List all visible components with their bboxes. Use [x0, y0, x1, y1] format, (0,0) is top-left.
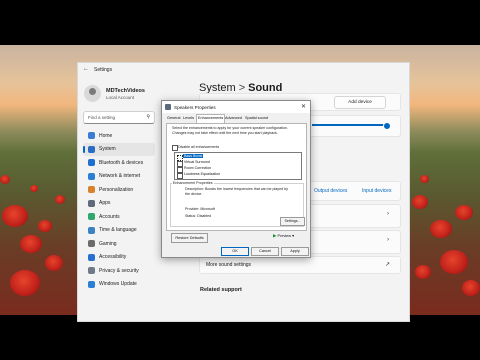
preview-label: Preview: [277, 234, 292, 238]
sidebar-item-label: Home: [99, 132, 113, 139]
properties-heading: Enhancement Properties: [172, 181, 214, 186]
cancel-button[interactable]: Cancel: [251, 247, 279, 256]
account-type: Local Account: [106, 95, 135, 100]
instructions-text: Select the enhancements to apply for you…: [172, 126, 288, 135]
sidebar-item-network-internet[interactable]: Network & internet: [83, 170, 155, 184]
monitor-icon: [88, 145, 95, 153]
settings-titlebar: ← Settings: [78, 63, 409, 79]
enhancements-list[interactable]: Bass Boost Virtual Surround Room Correct…: [174, 152, 302, 180]
letterbox-top: [0, 0, 480, 45]
wifi-icon: [88, 172, 95, 180]
status-text: Status: Disabled: [185, 214, 212, 218]
list-item-label: Room Correction: [184, 166, 212, 171]
more-sound-settings-link[interactable]: More sound settings: [206, 262, 251, 268]
sidebar-item-label: Time & language: [99, 227, 137, 233]
brush-icon: [88, 186, 95, 193]
sidebar-item-accessibility[interactable]: Accessibility: [83, 251, 155, 265]
window-title: Settings: [94, 67, 113, 73]
list-item-label: Virtual Surround: [184, 160, 210, 165]
dropdown-icon[interactable]: ▾: [292, 234, 294, 238]
back-arrow-icon[interactable]: ←: [83, 66, 89, 72]
add-device-button[interactable]: Add device: [334, 96, 386, 109]
sidebar-item-time-language[interactable]: Time & language: [83, 224, 155, 238]
restore-defaults-button[interactable]: Restore Defaults: [171, 233, 208, 243]
sidebar-item-personalization[interactable]: Personalization: [83, 183, 155, 197]
provider-text: Provider: Microsoft: [185, 207, 215, 211]
home-icon: [88, 132, 95, 139]
sidebar-item-label: Apps: [99, 200, 111, 206]
description-text: Description: Boosts the lowest frequenci…: [185, 187, 288, 196]
list-item-label: Bass Boost: [183, 154, 204, 159]
list-item-label: Loudness Equalization: [184, 172, 221, 177]
related-support-heading: Related support: [200, 287, 242, 293]
speaker-icon: [165, 104, 171, 110]
tab-general[interactable]: General: [166, 115, 182, 122]
sidebar-item-label: Personalization: [99, 186, 134, 193]
sidebar-item-apps[interactable]: Apps: [83, 197, 155, 211]
shield-icon: [88, 267, 95, 274]
close-icon[interactable]: ✕: [301, 103, 306, 110]
sidebar-item-label: Bluetooth & devices: [99, 159, 144, 166]
chevron-right-icon: ›: [387, 211, 389, 217]
sidebar-item-label: Accounts: [99, 213, 120, 220]
gamepad-icon: [88, 240, 95, 247]
enhancement-settings-button[interactable]: Settings...: [280, 217, 305, 226]
sidebar-nav: Home System Bluetooth & devices Network & i…: [83, 129, 155, 291]
preview-button[interactable]: ▶ Preview ▾: [273, 233, 294, 239]
sidebar-item-system[interactable]: System: [83, 142, 155, 156]
tab-spatial-sound[interactable]: Spatial sound: [244, 115, 269, 122]
sidebar-item-label: Gaming: [99, 240, 117, 247]
disable-all-label: Disable all enhancements: [178, 144, 220, 149]
user-name: MDTechVideos: [106, 88, 145, 94]
sidebar-item-label: Network & internet: [99, 173, 141, 179]
tab-levels[interactable]: Levels: [182, 115, 195, 122]
sidebar-item-label: System: [99, 146, 116, 152]
search-input[interactable]: Find a setting ⚲: [83, 111, 155, 124]
speakers-properties-dialog: Speakers Properties ✕ General Levels Enh…: [161, 100, 311, 258]
dialog-titlebar: Speakers Properties ✕: [162, 101, 310, 113]
clock-icon: [88, 226, 95, 234]
search-icon: ⚲: [146, 114, 150, 120]
bluetooth-icon: [88, 159, 95, 166]
chevron-right-icon: ›: [387, 237, 389, 243]
dialog-title: Speakers Properties: [174, 104, 216, 110]
sidebar-item-bluetooth-devices[interactable]: Bluetooth & devices: [83, 156, 155, 170]
sidebar-item-windows-update[interactable]: Windows Update: [83, 278, 155, 292]
enhancements-panel: Select the enhancements to apply for you…: [166, 123, 307, 231]
sidebar-item-label: Privacy & security: [99, 267, 139, 274]
sidebar-item-privacy-security[interactable]: Privacy & security: [83, 264, 155, 278]
apps-icon: [88, 199, 95, 207]
sidebar-item-label: Windows Update: [99, 281, 137, 287]
sidebar-item-label: Accessibility: [99, 254, 127, 260]
tab-advanced[interactable]: Advanced: [224, 115, 243, 122]
sidebar-item-home[interactable]: Home: [83, 129, 155, 143]
update-icon: [88, 280, 95, 288]
accessibility-icon: [88, 253, 95, 261]
search-placeholder: Find a setting: [88, 114, 116, 120]
tab-input-devices[interactable]: Input devices: [362, 188, 391, 194]
ok-button[interactable]: OK: [221, 247, 249, 256]
apply-button[interactable]: Apply: [281, 247, 309, 256]
sidebar-item-gaming[interactable]: Gaming: [83, 237, 155, 251]
volume-slider[interactable]: [312, 122, 391, 130]
tab-output-devices[interactable]: Output devices: [314, 188, 347, 194]
external-link-icon: ↗: [385, 262, 391, 268]
avatar: [84, 85, 101, 102]
play-icon: ▶: [273, 233, 277, 238]
person-icon: [88, 213, 95, 220]
sidebar-item-accounts[interactable]: Accounts: [83, 210, 155, 224]
